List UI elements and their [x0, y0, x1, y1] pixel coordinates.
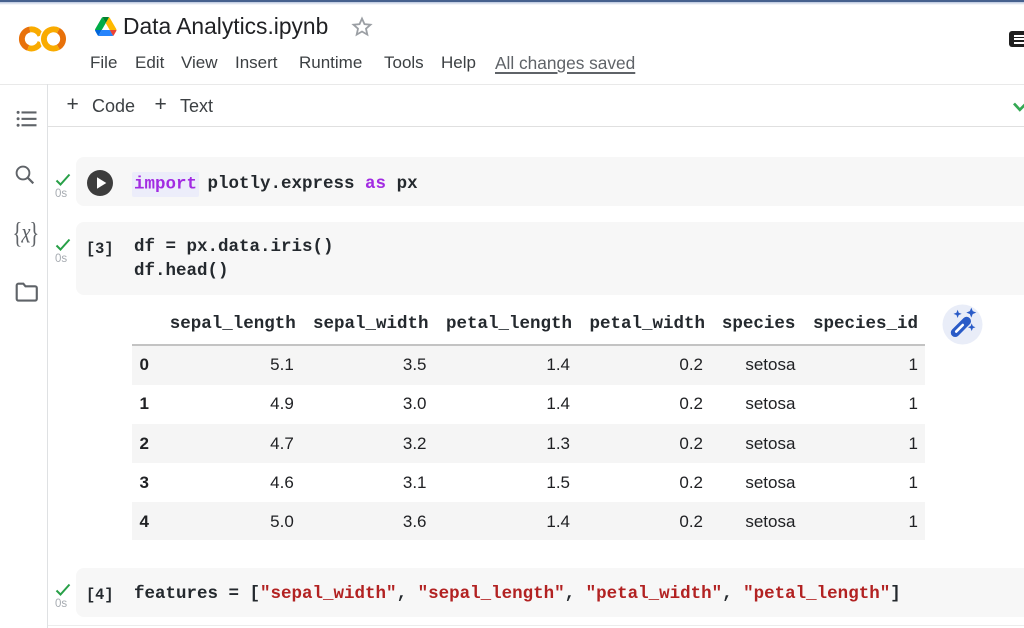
- svg-text:{x}: {x}: [13, 220, 39, 249]
